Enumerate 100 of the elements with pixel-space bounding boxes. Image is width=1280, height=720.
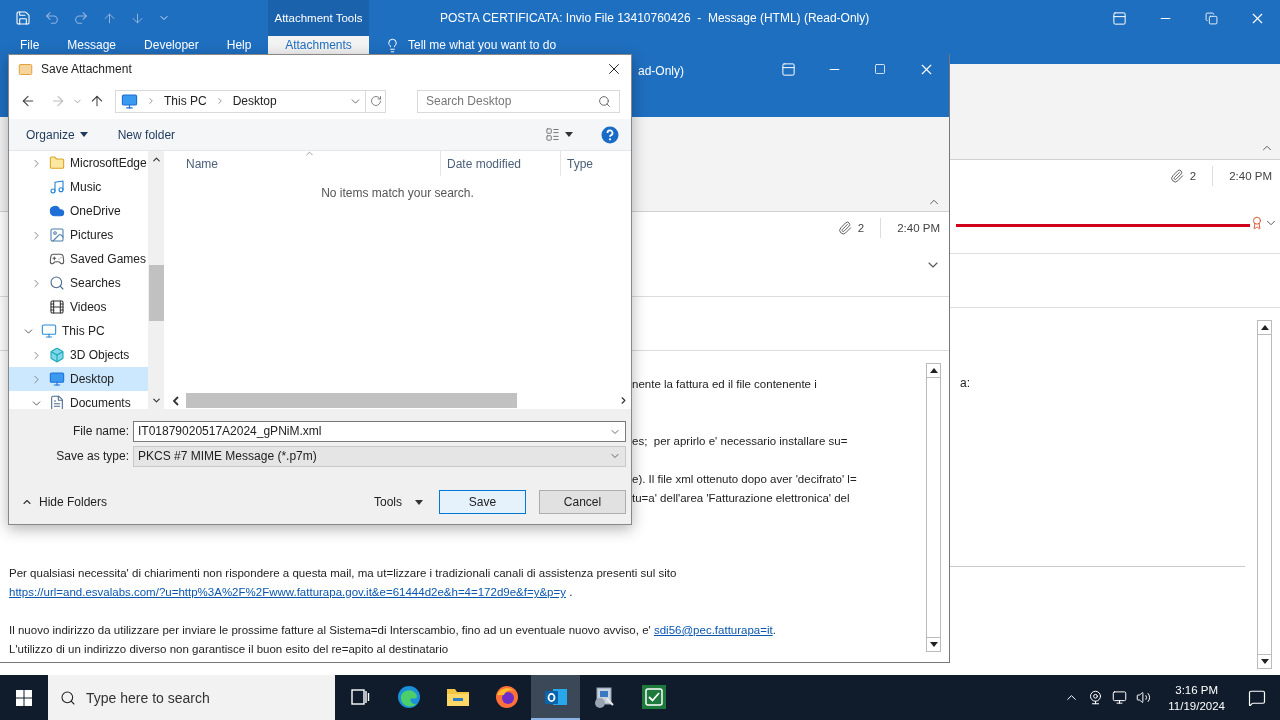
dialog-title: Save Attachment <box>41 62 132 76</box>
tell-me-field[interactable]: Tell me what you want to do <box>408 38 557 52</box>
save-icon[interactable] <box>15 10 31 26</box>
scroll-thumb[interactable] <box>148 265 164 321</box>
ribbon-tab[interactable]: File <box>20 36 40 54</box>
attachment-count: 2 <box>1189 170 1197 182</box>
message-text: L'utilizzo di un indirizzo diverso non garantisce il buon esito del re=apito al destinatario <box>9 642 450 657</box>
view-list-icon <box>545 127 560 142</box>
received-time: 2:40 PM <box>1229 170 1272 182</box>
volume-icon[interactable] <box>1136 690 1152 705</box>
contextual-tab-group-label: Attachment Tools <box>268 0 369 36</box>
tree-item[interactable]: OneDrive <box>9 199 148 223</box>
column-header[interactable]: Type <box>561 151 631 176</box>
scroll-thumb[interactable] <box>186 393 517 408</box>
checkmark-app-icon[interactable] <box>640 683 667 710</box>
column-header[interactable]: Name <box>186 151 441 176</box>
task-view-icon[interactable] <box>349 687 370 706</box>
computer-icon <box>121 92 138 110</box>
file-type-dropdown[interactable]: PKCS #7 MIME Message (*.p7m) <box>133 445 626 467</box>
cube-icon <box>49 347 65 363</box>
taskbar-search-field[interactable]: Type here to search <box>48 675 335 720</box>
ribbon-tab[interactable]: Attachments <box>268 36 369 54</box>
tree-item[interactable]: Videos <box>9 295 148 319</box>
camera-icon[interactable] <box>1088 690 1104 705</box>
maximize-icon[interactable] <box>874 63 886 75</box>
caret-icon[interactable] <box>565 132 573 137</box>
field-label: Save as type: <box>55 449 130 463</box>
caret-icon[interactable] <box>79 132 88 137</box>
ribbon-badge-icon <box>1250 215 1264 230</box>
cancel-button[interactable]: Cancel <box>539 490 626 514</box>
message-paragraph: Il nuovo indirizzo da utilizzare per inviare le prossime fatture al Sistema=di Interscambio, fino ad un eventuale nuovo avviso, e' sdi56@pec.fatturapa=it. <box>9 623 777 638</box>
tree-item[interactable]: Music <box>9 175 148 199</box>
document-icon <box>49 395 65 409</box>
message-text: tu=a' dell'area 'Fatturazione elettronica' del <box>632 491 851 506</box>
tree-item[interactable]: Desktop <box>9 367 148 391</box>
search-icon <box>598 94 611 108</box>
file-name-field[interactable]: IT01879020517A2024_gPNiM.xml <box>133 420 626 442</box>
vertical-scrollbar[interactable] <box>1257 320 1272 669</box>
caret-icon[interactable] <box>415 499 423 505</box>
folder-icon <box>49 155 65 171</box>
message-text: es; per aprirlo e' necessario installare su= <box>632 434 849 449</box>
breadcrumb-item[interactable]: This PC <box>164 94 207 108</box>
ribbon-display-icon[interactable] <box>1111 10 1127 26</box>
hide-folders-button[interactable]: Hide Folders <box>21 495 108 509</box>
view-options-button[interactable] <box>545 127 573 142</box>
notifications-icon[interactable] <box>1248 688 1266 707</box>
music-note-icon <box>49 179 65 195</box>
ribbon-tab[interactable]: Developer <box>144 36 199 54</box>
envelope-icon <box>18 61 33 77</box>
window-title: ad-Only) <box>638 64 684 78</box>
paperclip-icon <box>837 221 852 235</box>
address-bar[interactable]: This PC Desktop <box>115 89 386 113</box>
new-folder-button[interactable]: New folder <box>117 127 176 142</box>
search-field[interactable]: Search Desktop <box>417 89 620 113</box>
search-icon <box>60 689 76 706</box>
desktop-icon <box>49 371 65 387</box>
paperclip-icon <box>1169 169 1184 183</box>
cloud-icon <box>49 203 65 219</box>
vertical-scrollbar[interactable] <box>926 363 941 652</box>
restore-icon[interactable] <box>1204 11 1218 25</box>
message-paragraph: Per qualsiasi necessita' di chiarimenti non rispondere a questa mail, ma ut=lizzare i tradizionali canali di assistenza presenti sul sito https://url=and.esvalabs.com/?u=http%3A%2F%2Fwww.fatturapa.gov.it&e=61444d2e&h=4=172d9e&f=y&p=y . <box>9 566 678 600</box>
ribbon-tab[interactable]: Help <box>226 36 252 54</box>
vertical-scrollbar[interactable] <box>148 151 164 409</box>
field-label: File name: <box>71 424 130 438</box>
lightbulb-icon <box>385 37 400 53</box>
breadcrumb-item[interactable]: Desktop <box>232 94 277 108</box>
attachment-count: 2 <box>857 222 865 234</box>
tree-item[interactable]: Searches <box>9 271 148 295</box>
empty-message: No items match your search. <box>321 186 474 200</box>
scroll-left-icon[interactable] <box>172 395 180 406</box>
window-title: POSTA CERTIFICATA: Invio File 13410760426 - Message (HTML) (Read-Only) <box>440 11 870 25</box>
link[interactable]: https://url=and.esvalabs.com/?u=http%3A%2F%2Fwww.fatturapa.gov.it&e=61444d2e&h=4=172d9e&f=y&p=y <box>9 586 566 598</box>
tree-item[interactable]: 3D Objects <box>9 343 148 367</box>
tree-item[interactable]: MicrosoftEdge <box>9 151 148 175</box>
browser-icon[interactable] <box>396 684 421 709</box>
organize-button[interactable]: Organize <box>26 127 88 142</box>
tools-button[interactable]: Tools <box>374 495 423 509</box>
ribbon-tab[interactable]: Message <box>67 36 117 54</box>
tree-item[interactable]: Pictures <box>9 223 148 247</box>
help-icon[interactable] <box>601 125 619 144</box>
tree-item[interactable]: Documents <box>9 391 148 409</box>
fox-browser-icon[interactable] <box>494 684 519 709</box>
clock-date: 11/19/2024 <box>1168 698 1225 714</box>
refresh-icon[interactable] <box>369 95 382 107</box>
scroll-down-icon[interactable] <box>150 395 162 406</box>
network-icon[interactable] <box>1112 690 1128 705</box>
start-icon[interactable] <box>16 689 32 706</box>
clock-time: 3:16 PM <box>1175 682 1219 698</box>
breadcrumb-separator-icon <box>146 96 156 106</box>
column-header[interactable]: Date modified <box>441 151 561 176</box>
taskbar-clock[interactable]: 3:16 PM 11/19/2024 <box>1168 681 1225 714</box>
gamepad-icon <box>49 251 65 267</box>
tree-item[interactable]: Saved Games <box>9 247 148 271</box>
received-time: 2:40 PM <box>897 222 940 234</box>
link[interactable]: sdi56@pec.fatturapa=it <box>653 624 773 636</box>
picture-icon <box>49 227 65 243</box>
ribbon-display-icon[interactable] <box>780 61 796 77</box>
tree-item[interactable]: This PC <box>9 319 148 343</box>
save-button[interactable]: Save <box>439 490 526 514</box>
message-text: e). Il file xml ottenuto dopo aver 'decifrato' l= <box>632 472 858 487</box>
